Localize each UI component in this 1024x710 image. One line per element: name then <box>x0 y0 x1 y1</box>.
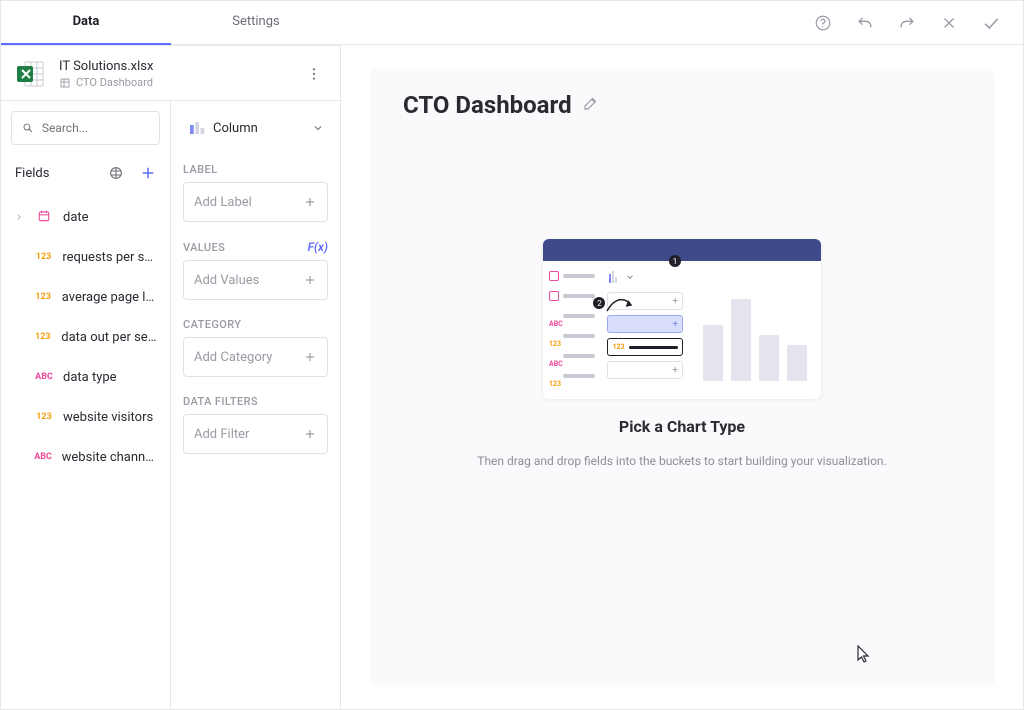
values-placeholder: Add Values <box>194 273 259 288</box>
chevron-down-icon <box>312 122 324 134</box>
empty-state: ABC 123 ABC 123 + <box>403 239 961 468</box>
field-label: average page lo… <box>62 290 158 305</box>
field-item[interactable]: ABC data type <box>1 357 170 397</box>
tab-data[interactable]: Data <box>1 1 171 45</box>
field-label: requests per se… <box>62 250 158 265</box>
chevron-right-icon <box>13 212 25 222</box>
date-type-icon <box>33 209 55 226</box>
edit-title-icon[interactable] <box>582 94 600 116</box>
top-tab-bar: Data Settings <box>1 1 1023 45</box>
fields-heading: Fields <box>15 166 96 181</box>
excel-file-icon <box>15 58 47 90</box>
canvas-inner: CTO Dashboard ABC 123 <box>369 69 995 685</box>
category-heading: CATEGORY <box>183 318 328 331</box>
label-heading: LABEL <box>183 163 328 176</box>
sheet-icon <box>59 77 71 89</box>
category-bucket[interactable]: Add Category <box>183 337 328 377</box>
plus-icon <box>303 350 317 364</box>
empty-state-title: Pick a Chart Type <box>619 417 745 436</box>
field-label: data out per sec… <box>61 330 158 345</box>
canvas: CTO Dashboard ABC 123 <box>341 45 1023 709</box>
field-item[interactable]: 123 requests per se… <box>1 237 170 277</box>
values-bucket[interactable]: Add Values <box>183 260 328 300</box>
field-list: date 123 requests per se… 123 average page l… <box>1 193 170 481</box>
filters-bucket[interactable]: Add Filter <box>183 414 328 454</box>
top-actions <box>809 9 1023 37</box>
field-item[interactable]: 123 data out per sec… <box>1 317 170 357</box>
number-type-icon: 123 <box>33 412 55 422</box>
field-label: date <box>63 210 89 225</box>
search-field[interactable] <box>42 121 149 135</box>
field-item[interactable]: 123 website visitors <box>1 397 170 437</box>
file-menu-icon[interactable] <box>302 62 326 86</box>
globe-icon[interactable] <box>104 161 128 185</box>
add-field-button[interactable] <box>136 161 160 185</box>
close-icon[interactable] <box>935 9 963 37</box>
redo-icon[interactable] <box>893 9 921 37</box>
cursor-icon <box>857 645 871 663</box>
label-bucket[interactable]: Add Label <box>183 182 328 222</box>
number-type-icon: 123 <box>33 252 55 262</box>
field-item[interactable]: date <box>1 197 170 237</box>
plus-icon <box>303 427 317 441</box>
fields-column: Fields date 123 requests per se… 123 average… <box>1 101 171 709</box>
label-placeholder: Add Label <box>194 195 252 210</box>
buckets-column: Column LABEL Add Label VALUES F(x <box>171 101 340 709</box>
plus-icon <box>303 195 317 209</box>
file-name: IT Solutions.xlsx <box>59 59 290 74</box>
tab-pair: Data Settings <box>1 1 341 45</box>
filters-placeholder: Add Filter <box>194 427 249 442</box>
field-item[interactable]: ABC website channels <box>1 437 170 477</box>
category-placeholder: Add Category <box>194 350 272 365</box>
sheet-name: CTO Dashboard <box>76 76 153 89</box>
search-icon <box>22 121 34 135</box>
help-icon[interactable] <box>809 9 837 37</box>
field-item[interactable]: 123 average page lo… <box>1 277 170 317</box>
app-root: Data Settings <box>0 0 1024 710</box>
chart-type-selector[interactable]: Column <box>183 111 328 145</box>
empty-state-subtitle: Then drag and drop fields into the bucke… <box>477 454 886 468</box>
text-type-icon: ABC <box>33 452 54 462</box>
number-type-icon: 123 <box>32 332 53 342</box>
field-label: data type <box>63 370 117 385</box>
left-panel: IT Solutions.xlsx CTO Dashboard <box>1 45 341 709</box>
number-type-icon: 123 <box>33 292 54 302</box>
field-label: website visitors <box>63 410 153 425</box>
plus-icon <box>303 273 317 287</box>
filters-heading: DATA FILTERS <box>183 395 328 408</box>
confirm-icon[interactable] <box>977 9 1005 37</box>
fx-button[interactable]: F(x) <box>308 240 328 254</box>
field-label: website channels <box>62 450 158 465</box>
text-type-icon: ABC <box>33 372 55 382</box>
column-chart-icon <box>187 119 205 137</box>
chart-type-label: Column <box>213 121 304 136</box>
dashboard-title: CTO Dashboard <box>403 91 572 119</box>
values-heading: VALUES <box>183 241 225 254</box>
empty-state-illustration: ABC 123 ABC 123 + <box>543 239 821 399</box>
tab-settings[interactable]: Settings <box>171 1 341 45</box>
file-header: IT Solutions.xlsx CTO Dashboard <box>1 45 340 100</box>
search-input[interactable] <box>11 111 160 145</box>
undo-icon[interactable] <box>851 9 879 37</box>
